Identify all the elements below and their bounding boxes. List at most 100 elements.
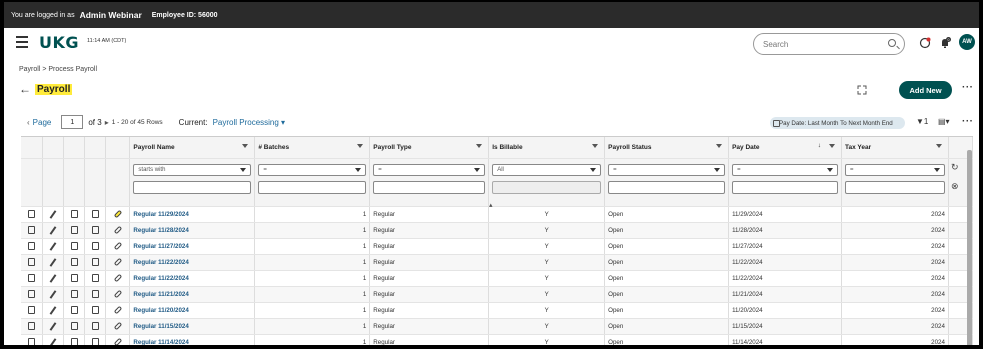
report-icon[interactable] xyxy=(91,226,99,234)
link-icon[interactable] xyxy=(113,289,123,299)
col-payroll-status[interactable]: Payroll Status xyxy=(604,137,730,159)
row-action[interactable] xyxy=(63,270,86,287)
edit-icon[interactable] xyxy=(50,305,57,315)
batch-icon[interactable] xyxy=(28,290,36,298)
col-payroll-type[interactable]: Payroll Type xyxy=(369,137,490,159)
row-action[interactable] xyxy=(21,222,44,239)
payroll-name-link[interactable]: Regular 11/14/2024 xyxy=(133,339,188,346)
row-action[interactable] xyxy=(42,286,65,303)
more-options-icon[interactable]: ··· xyxy=(962,82,974,93)
row-action[interactable] xyxy=(105,254,131,271)
row-action[interactable] xyxy=(84,318,107,335)
next-page-icon[interactable]: ▸ xyxy=(105,118,109,127)
batch-icon[interactable] xyxy=(28,242,36,250)
payroll-type-operator-select[interactable]: = xyxy=(373,163,486,176)
row-action[interactable] xyxy=(42,302,65,319)
payroll-status-operator-select[interactable]: = xyxy=(608,163,726,176)
table-row[interactable]: Regular 11/21/2024 1 Regular Y Open 11/21/202… xyxy=(21,286,974,303)
document-icon[interactable] xyxy=(70,274,78,282)
page-number-input[interactable]: 1 xyxy=(61,115,84,129)
vertical-scrollbar[interactable] xyxy=(967,150,972,345)
row-action[interactable] xyxy=(105,286,131,303)
avatar[interactable]: AW xyxy=(959,34,975,50)
row-action[interactable] xyxy=(105,222,131,239)
payroll-type-filter-input[interactable] xyxy=(373,180,486,194)
document-icon[interactable] xyxy=(70,322,78,330)
table-row[interactable]: Regular 11/20/2024 1 Regular Y Open 11/20/202… xyxy=(21,302,974,319)
cell-payroll-name[interactable]: Regular 11/28/2024 xyxy=(129,222,256,239)
row-action[interactable] xyxy=(63,238,86,255)
payroll-name-link[interactable]: Regular 11/21/2024 xyxy=(133,291,188,298)
document-icon[interactable] xyxy=(70,258,78,266)
col-tax-year[interactable]: Tax Year xyxy=(841,137,949,159)
edit-icon[interactable] xyxy=(50,273,57,283)
row-action[interactable] xyxy=(21,334,44,345)
table-row[interactable]: Regular 11/27/2024 1 Regular Y Open 11/27/202… xyxy=(21,238,974,255)
tax-year-operator-select[interactable]: = xyxy=(845,163,945,176)
edit-icon[interactable] xyxy=(50,337,57,345)
row-action[interactable] xyxy=(105,270,131,287)
column-menu-icon[interactable] xyxy=(592,144,599,148)
row-action[interactable] xyxy=(105,334,131,345)
edit-icon[interactable] xyxy=(50,321,57,331)
report-icon[interactable] xyxy=(91,210,99,218)
edit-icon[interactable] xyxy=(50,241,57,251)
document-icon[interactable] xyxy=(70,226,78,234)
payroll-name-link[interactable]: Regular 11/20/2024 xyxy=(133,307,188,314)
batch-icon[interactable] xyxy=(28,226,36,234)
table-row[interactable]: Regular 11/15/2024 1 Regular Y Open 11/15/202… xyxy=(21,318,974,335)
current-view-dropdown[interactable]: Payroll Processing ▾ xyxy=(213,118,286,127)
row-action[interactable] xyxy=(84,238,107,255)
pay-date-operator-select[interactable]: = xyxy=(732,163,838,176)
row-action[interactable] xyxy=(21,254,44,271)
table-row[interactable]: Regular 11/28/2024 1 Regular Y Open 11/28/202… xyxy=(21,222,974,239)
row-action[interactable] xyxy=(84,302,107,319)
cell-payroll-name[interactable]: Regular 11/21/2024 xyxy=(129,286,256,303)
row-action[interactable] xyxy=(42,334,65,345)
bell-icon[interactable]: 0 xyxy=(939,37,951,49)
column-menu-icon[interactable] xyxy=(357,144,364,148)
batch-icon[interactable] xyxy=(28,306,36,314)
tax-year-filter-input[interactable] xyxy=(845,180,945,194)
report-icon[interactable] xyxy=(91,290,99,298)
cell-payroll-name[interactable]: Regular 11/27/2024 xyxy=(129,238,256,255)
report-icon[interactable] xyxy=(91,306,99,314)
row-action[interactable] xyxy=(21,286,44,303)
page-label[interactable]: Page xyxy=(33,118,52,127)
document-icon[interactable] xyxy=(70,242,78,250)
row-action[interactable] xyxy=(84,222,107,239)
col-pay-date[interactable]: Pay Date ↓ xyxy=(728,137,842,159)
row-action[interactable] xyxy=(42,206,65,223)
column-menu-icon[interactable] xyxy=(829,144,835,148)
grid-more-icon[interactable]: ··· xyxy=(962,116,974,127)
link-icon[interactable] xyxy=(113,225,123,235)
row-action[interactable] xyxy=(63,286,86,303)
payroll-name-link[interactable]: Regular 11/15/2024 xyxy=(133,323,188,330)
search-input[interactable]: Search xyxy=(753,33,905,55)
row-action[interactable] xyxy=(63,254,86,271)
document-icon[interactable] xyxy=(70,290,78,298)
report-icon[interactable] xyxy=(91,258,99,266)
row-action[interactable] xyxy=(63,206,86,223)
link-icon[interactable] xyxy=(113,273,123,283)
row-action[interactable] xyxy=(21,238,44,255)
row-action[interactable] xyxy=(42,270,65,287)
report-icon[interactable] xyxy=(91,338,99,345)
payroll-name-link[interactable]: Regular 11/22/2024 xyxy=(133,259,188,266)
col-payroll-name[interactable]: Payroll Name xyxy=(129,137,256,159)
is-billable-select[interactable]: All xyxy=(492,163,602,176)
batch-icon[interactable] xyxy=(28,338,36,345)
row-action[interactable] xyxy=(42,222,65,239)
row-action[interactable] xyxy=(84,286,107,303)
row-action[interactable] xyxy=(105,318,131,335)
reset-filters-icon[interactable]: ↻ xyxy=(951,162,959,173)
document-icon[interactable] xyxy=(70,338,78,345)
cell-payroll-name[interactable]: Regular 11/14/2024 xyxy=(129,334,256,346)
row-action[interactable] xyxy=(63,318,86,335)
row-action[interactable] xyxy=(84,334,107,345)
table-row[interactable]: Regular 11/14/2024 1 Regular Y Open 11/14/202… xyxy=(21,334,974,346)
add-new-button[interactable]: Add New xyxy=(899,81,952,99)
filter-icon[interactable]: ▼1 xyxy=(916,117,928,126)
row-action[interactable] xyxy=(84,206,107,223)
payroll-name-filter-input[interactable] xyxy=(133,180,252,194)
